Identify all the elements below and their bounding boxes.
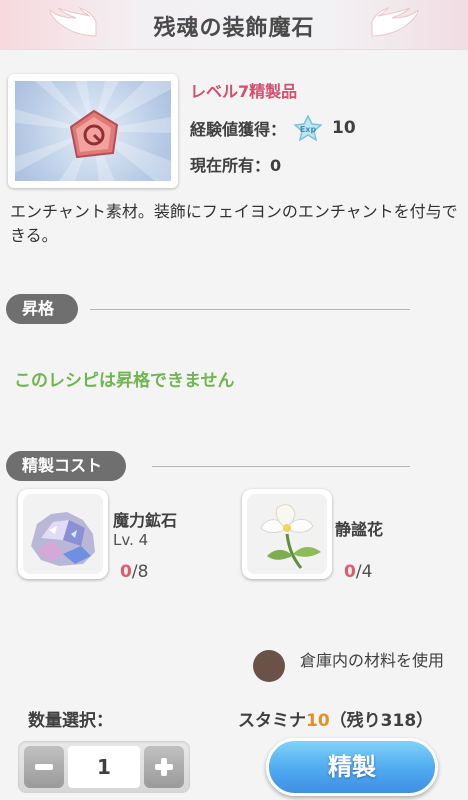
exp-value: 10: [332, 118, 356, 138]
white-flower-icon: [260, 504, 321, 569]
material-have: 0: [344, 562, 356, 582]
upgrade-unavailable-message: このレシピは昇格できません: [14, 371, 235, 391]
material-count: 0/4: [344, 562, 372, 582]
wing-ornament-icon: [371, 6, 419, 37]
exp-row: 経験値獲得： Exp 10: [190, 115, 356, 141]
item-description: エンチャント素材。装飾にフェイヨンのエンチャントを付与できる。: [10, 202, 458, 245]
cost-section-header: 精製コスト: [0, 451, 468, 481]
quantity-stepper: 1: [18, 741, 190, 793]
material-name: 静謐花: [335, 520, 384, 539]
material-name: 魔力鉱石: [113, 511, 178, 530]
item-portrait: [8, 74, 178, 188]
exp-star-icon: Exp: [293, 115, 323, 141]
stamina-remaining: （残り318）: [329, 711, 434, 731]
section-title: 昇格: [6, 294, 79, 324]
material-need: /4: [355, 562, 373, 582]
refine-button[interactable]: 精製: [266, 738, 438, 796]
header-bar: 残魂の装飾魔石: [0, 0, 468, 50]
use-storage-toggle[interactable]: [253, 650, 285, 682]
stamina-cost-value: 10: [306, 711, 330, 731]
use-storage-label: 倉庫内の材料を使用: [300, 651, 445, 670]
material-slot-1[interactable]: [18, 489, 108, 579]
owned-count: 現在所有：0: [190, 156, 282, 175]
svg-text:Exp: Exp: [300, 125, 317, 134]
item-portrait-background: [15, 81, 171, 181]
quantity-input[interactable]: 1: [68, 746, 140, 788]
material-level: Lv. 4: [113, 531, 149, 549]
divider: [152, 466, 410, 467]
section-title: 精製コスト: [6, 451, 127, 481]
material-need: /8: [131, 562, 149, 582]
plus-icon: [155, 758, 173, 776]
minus-icon: [35, 764, 53, 770]
quantity-label: 数量選択：: [28, 711, 113, 731]
divider: [90, 309, 410, 310]
stamina-cost: スタミナ10（残り318）: [238, 706, 433, 731]
material-count: 0/8: [120, 562, 148, 582]
material-slot-2[interactable]: [242, 489, 332, 579]
item-refine-level: レベル7精製品: [190, 82, 298, 101]
upgrade-section-header: 昇格: [0, 294, 468, 324]
stamina-prefix: スタミナ: [238, 711, 306, 731]
crystal-ore-icon: [31, 512, 95, 566]
material-have: 0: [120, 562, 132, 582]
increase-button[interactable]: [144, 746, 184, 788]
exp-label: 経験値獲得：: [190, 120, 287, 139]
decrease-button[interactable]: [24, 746, 64, 788]
decoration-stone-icon: [69, 109, 119, 159]
